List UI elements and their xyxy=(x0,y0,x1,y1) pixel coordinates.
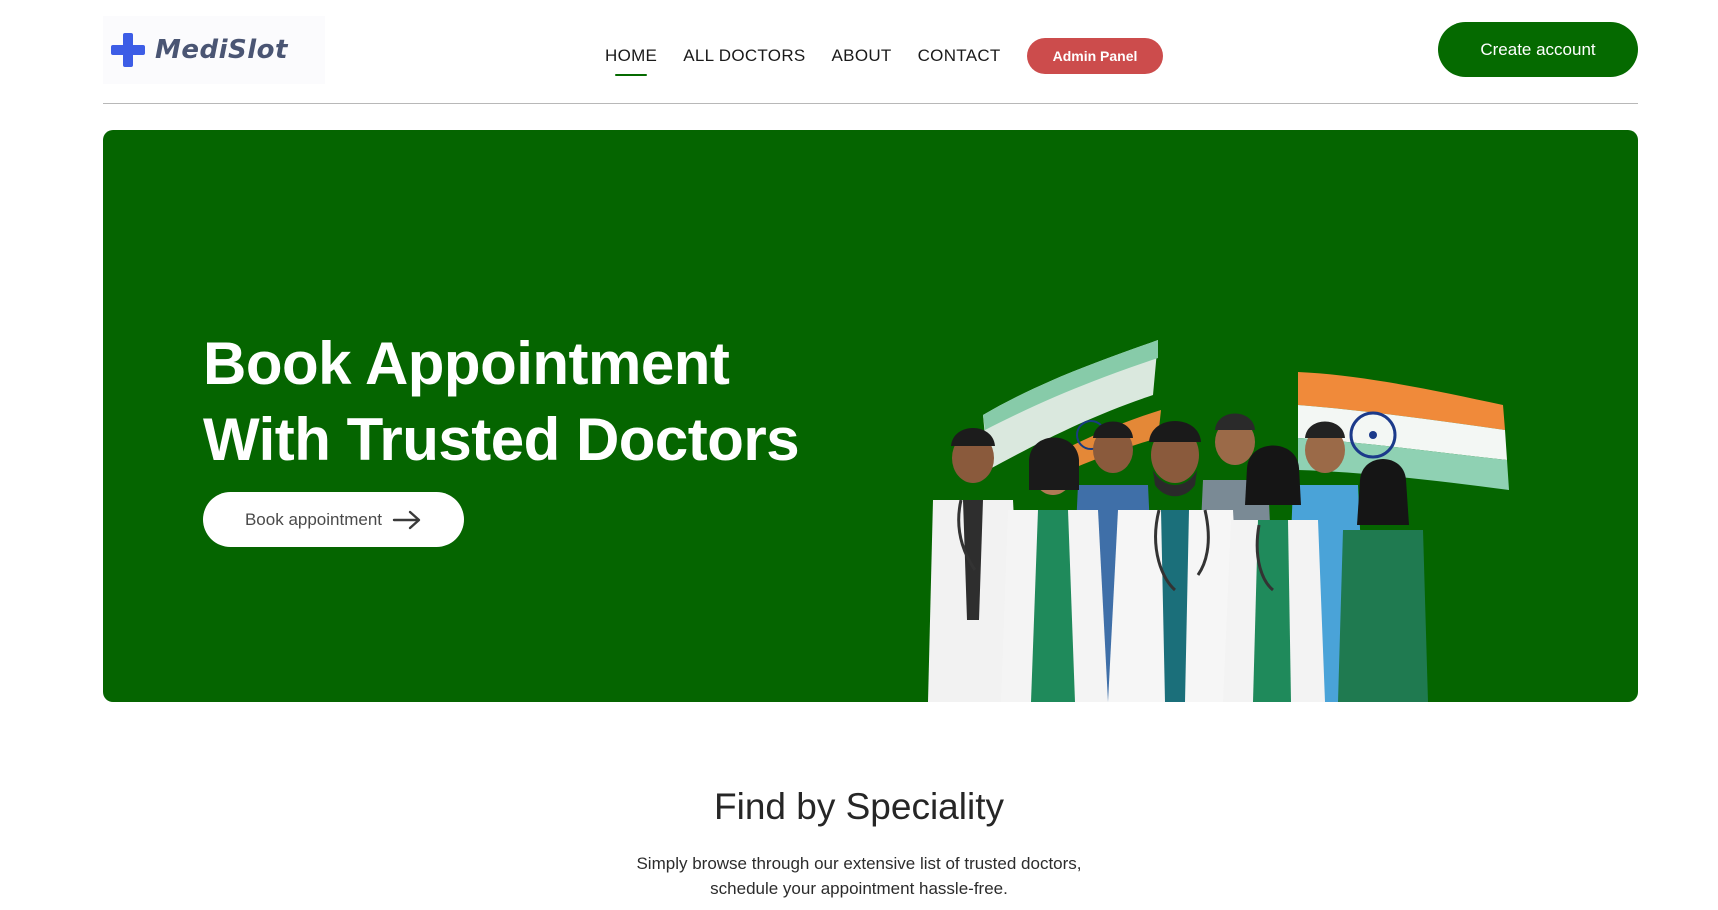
book-appointment-label: Book appointment xyxy=(244,509,383,529)
nav-item-home[interactable]: HOME xyxy=(605,46,657,66)
speciality-subtitle-line-2: schedule your appointment hassle-free. xyxy=(710,879,1008,898)
hero-title-line-1: Book Appointment xyxy=(203,330,730,397)
medical-cross-icon xyxy=(111,33,145,67)
nav-item-about[interactable]: ABOUT xyxy=(832,46,892,66)
hero-title: Book Appointment With Trusted Doctors xyxy=(203,326,843,478)
hero-title-line-2: With Trusted Doctors xyxy=(203,406,800,473)
nav-item-contact[interactable]: CONTACT xyxy=(918,46,1001,66)
speciality-subtitle-line-1: Simply browse through our extensive list… xyxy=(636,854,1082,873)
doctors-group-illustration xyxy=(928,340,1509,702)
speciality-subtitle: Simply browse through our extensive list… xyxy=(609,851,1109,901)
hero-banner: Book Appointment With Trusted Doctors Bo… xyxy=(103,130,1638,702)
book-appointment-button[interactable]: Book appointment xyxy=(203,492,464,547)
nav-item-all-doctors[interactable]: ALL DOCTORS xyxy=(683,46,805,66)
speciality-title: Find by Speciality xyxy=(714,786,1004,827)
navbar: MediSlot HOME ALL DOCTORS ABOUT CONTACT … xyxy=(103,0,1638,104)
create-account-button[interactable]: Create account xyxy=(1438,22,1638,77)
page: MediSlot HOME ALL DOCTORS ABOUT CONTACT … xyxy=(0,0,1718,910)
admin-panel-button[interactable]: Admin Panel xyxy=(1026,38,1164,74)
brand-logo[interactable]: MediSlot xyxy=(103,16,325,84)
brand-name: MediSlot xyxy=(155,35,288,65)
arrow-right-icon xyxy=(392,510,421,529)
main-nav: HOME ALL DOCTORS ABOUT CONTACT Admin Pan… xyxy=(605,38,1164,74)
